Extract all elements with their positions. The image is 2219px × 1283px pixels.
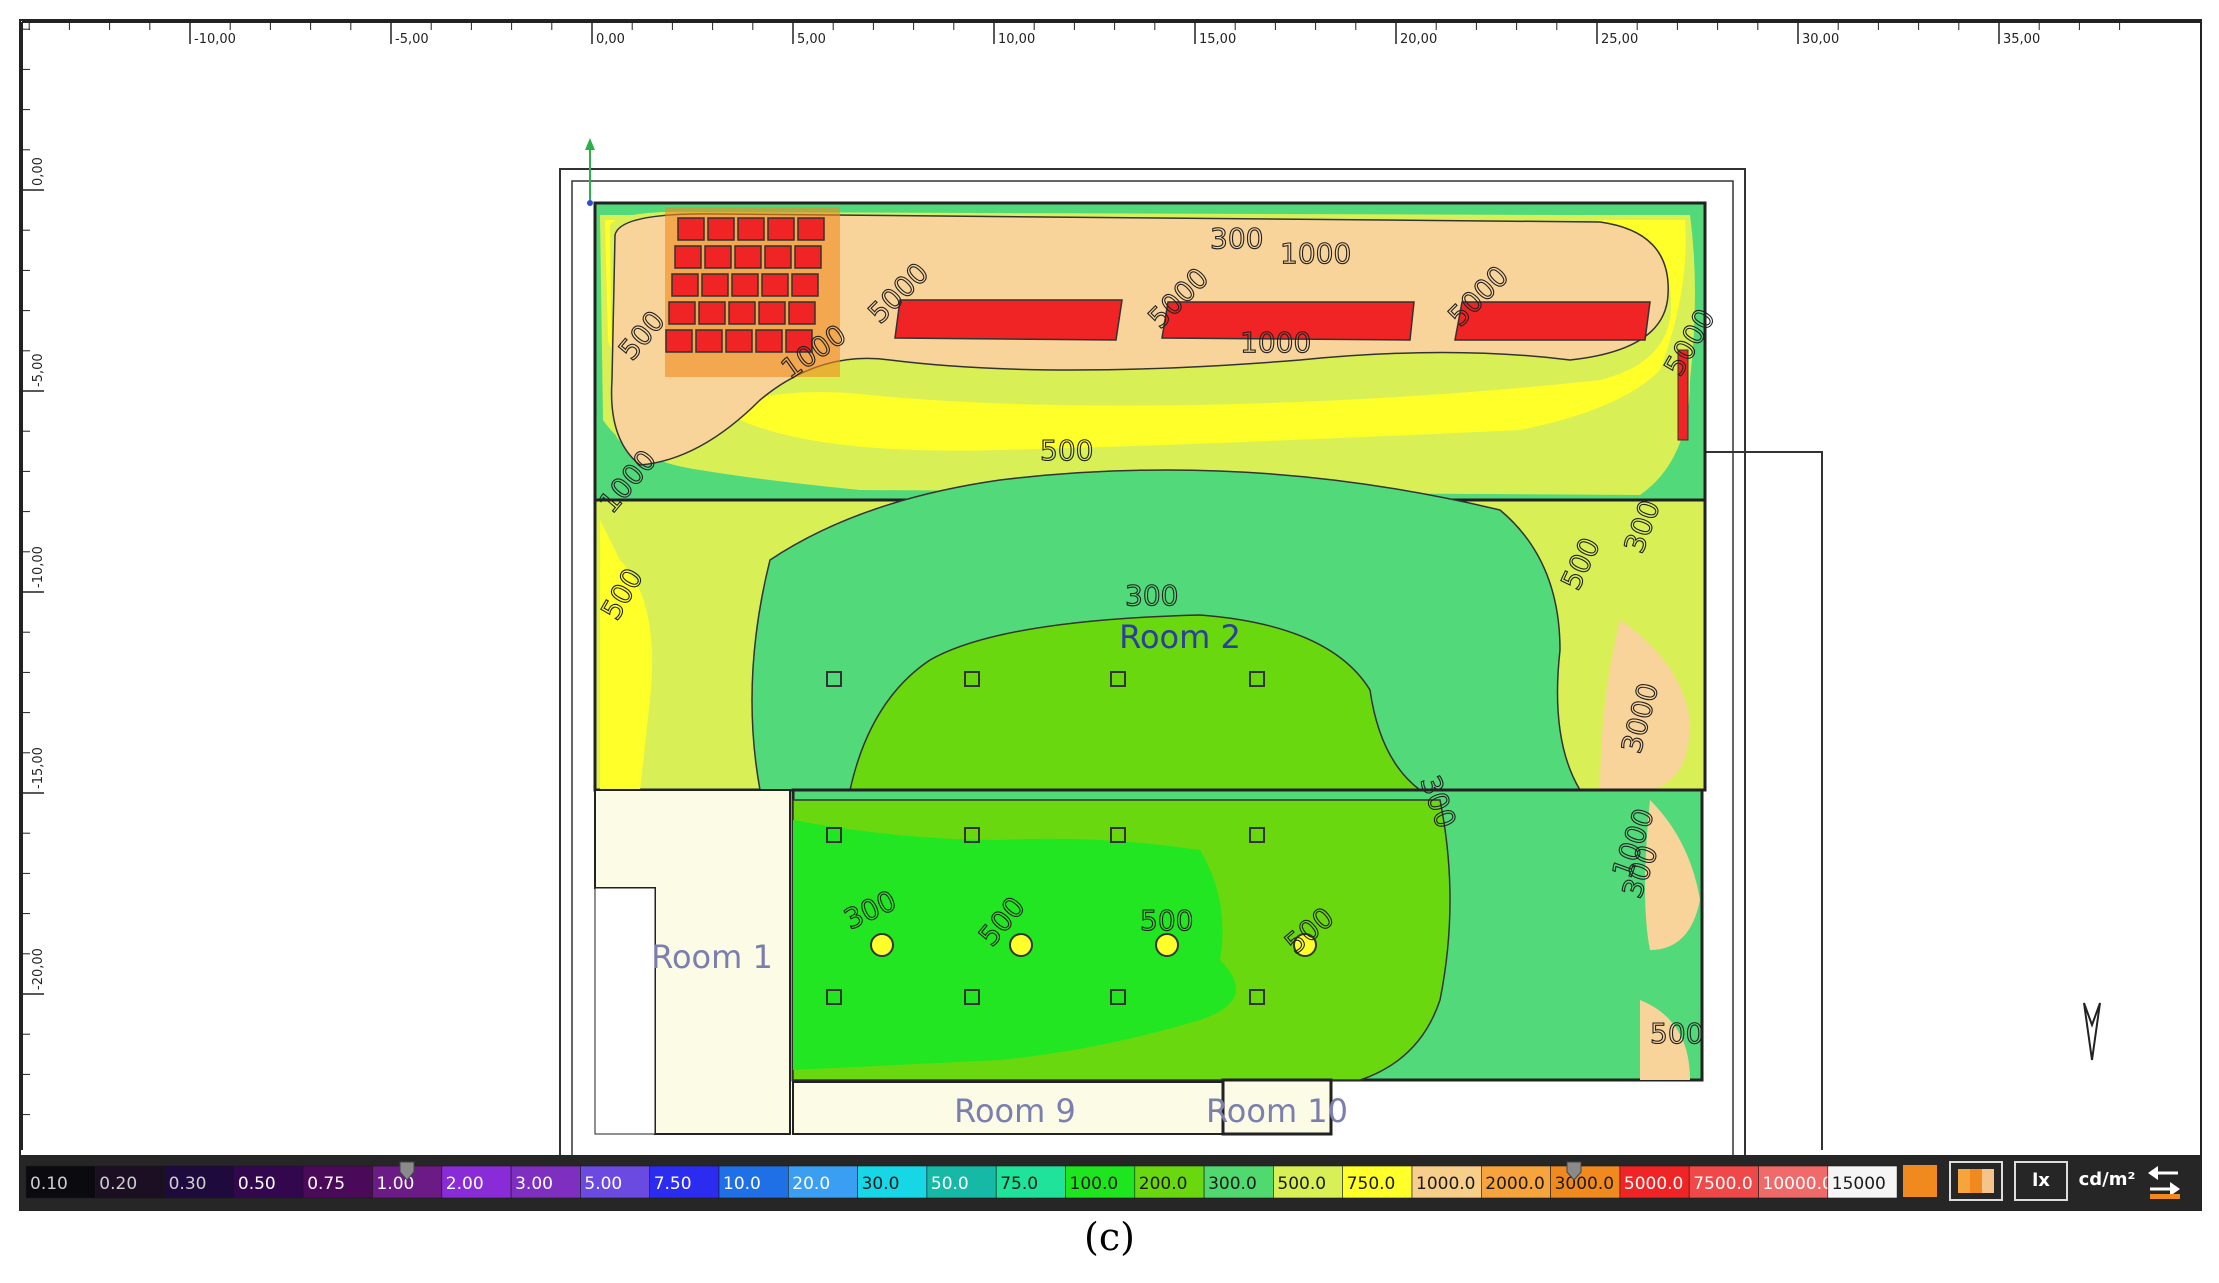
room-2-label: Room 2 — [1119, 618, 1241, 656]
legend-swatch-label: 5000.0 — [1624, 1174, 1683, 1194]
legend-swatch-label: 10000.0 — [1763, 1174, 1833, 1194]
iso-contour-label: 1000 — [1240, 326, 1311, 359]
ruler-x-tick-label: 25,00 — [1601, 32, 1638, 47]
legend-swatch-label: 0.50 — [238, 1174, 276, 1194]
ruler-y-tick-label: -5,00 — [31, 353, 46, 387]
unit-cd-button[interactable]: cd/m² — [2072, 1169, 2142, 1190]
ruler-x-tick-label: 35,00 — [2003, 32, 2040, 47]
legend-swatch-label: 1000.0 — [1416, 1174, 1475, 1194]
figure-caption: (c) — [1084, 1215, 1135, 1259]
legend-swatch-label: 5.00 — [584, 1174, 622, 1194]
legend-swatch-label: 20.0 — [792, 1174, 830, 1194]
legend-swatch-label: 15000 — [1832, 1174, 1886, 1194]
legend-swatch-label: 75.0 — [1000, 1174, 1038, 1194]
legend-swatch-label: 0.20 — [99, 1174, 137, 1194]
ruler-x-tick-label: -10,00 — [194, 32, 236, 47]
iso-contour-label: 300 — [1210, 222, 1263, 255]
ruler-x-tick-label: 0,00 — [596, 32, 625, 47]
room-9-label: Room 9 — [954, 1092, 1076, 1130]
legend-swatch-label: 500.0 — [1277, 1174, 1326, 1194]
room-4-area — [791, 788, 1704, 1082]
iso-contour-label: 500 — [1040, 434, 1093, 467]
ruler-x-tick-label: 15,00 — [1199, 32, 1236, 47]
ruler-x-tick-label: 10,00 — [998, 32, 1035, 47]
legend-swatch-label: 0.75 — [307, 1174, 345, 1194]
iso-contour-label: 300 — [1125, 579, 1178, 612]
ruler-x-tick-label: 30,00 — [1802, 32, 1839, 47]
iso-contour-label: 500 — [1650, 1017, 1703, 1050]
legend-swatch-label: 7.50 — [654, 1174, 692, 1194]
legend-swatch-label: 100.0 — [1070, 1174, 1119, 1194]
room-10-label: Room 10 — [1206, 1092, 1348, 1130]
ruler-y-tick-label: 0,00 — [31, 157, 46, 186]
legend-swatch-label: 0.10 — [30, 1174, 68, 1194]
ruler-x-tick-label: -5,00 — [395, 32, 429, 47]
legend-swatch-label: 30.0 — [862, 1174, 900, 1194]
unit-lx-label: lx — [2032, 1170, 2050, 1191]
legend-swatch-label: 3.00 — [515, 1174, 553, 1194]
ruler-x-tick-label: 5,00 — [797, 32, 826, 47]
iso-contour-label: 1000 — [1280, 237, 1351, 270]
legend-swatch-label: 0.30 — [169, 1174, 207, 1194]
legend-scale: 0.10 0.20 0.30 0.50 0.75 1.00 2.00 3.00 5.00 7.50… — [25, 1165, 1898, 1199]
legend-swatch-label: 7500.0 — [1693, 1174, 1752, 1194]
illuminance-viewer: -10,00 -5,00 0,00 5,00 10,00 15,00 20,00 25,00 3… — [0, 0, 2219, 1279]
legend-swatch-label: 3000.0 — [1555, 1174, 1614, 1194]
plan-view: -10,00 -5,00 0,00 5,00 10,00 15,00 20,00 25,00 3… — [19, 19, 2202, 1211]
gradient-mode-button[interactable] — [1903, 1165, 1937, 1197]
room-3-area — [593, 201, 1707, 502]
ruler-y-tick-label: -10,00 — [31, 546, 46, 588]
legend-swatch-label: 200.0 — [1139, 1174, 1188, 1194]
legend-swatch-label: 2000.0 — [1485, 1174, 1544, 1194]
luminaire-band-1 — [894, 299, 1123, 341]
legend-swatch-label: 300.0 — [1208, 1174, 1257, 1194]
legend-swatch-label: 10.0 — [723, 1174, 761, 1194]
ruler-y-tick-label: -15,00 — [31, 747, 46, 789]
room-1-label: Room 1 — [651, 938, 773, 976]
iso-contour-label: 500 — [1140, 904, 1193, 937]
ruler-y-tick-label: -20,00 — [31, 948, 46, 990]
ruler-x-tick-label: 20,00 — [1400, 32, 1437, 47]
legend-swatch-label: 50.0 — [931, 1174, 969, 1194]
legend-swatch-label: 750.0 — [1347, 1174, 1396, 1194]
legend-swatch-label: 2.00 — [446, 1174, 484, 1194]
